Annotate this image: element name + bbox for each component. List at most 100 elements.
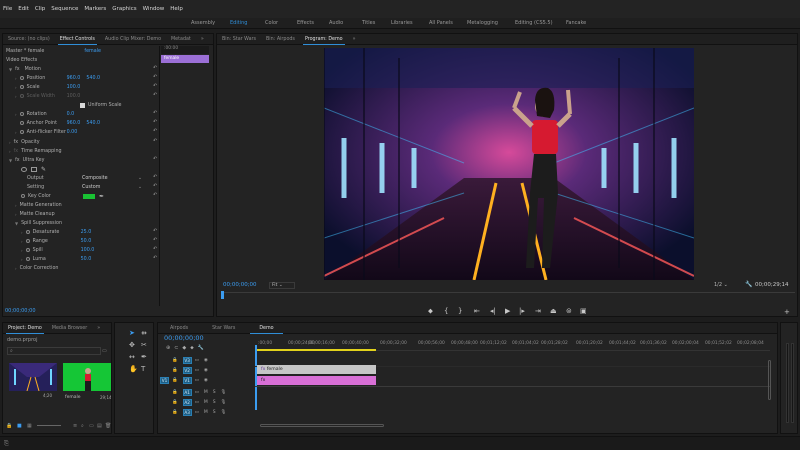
pen-mask-icon[interactable]: ✎ [41, 166, 46, 173]
workspace-metalogging[interactable]: Metalogging [467, 20, 498, 26]
menu-help[interactable]: Help [170, 6, 183, 12]
icon-view-icon[interactable]: ▦ [27, 423, 32, 429]
output-dropdown[interactable]: Composite [82, 176, 138, 181]
stopwatch-icon[interactable] [19, 76, 24, 80]
solo-toggle[interactable]: S [213, 410, 216, 415]
mute-toggle[interactable]: M [204, 410, 208, 415]
source-patch[interactable]: V1 [160, 376, 169, 384]
selection-tool-icon[interactable]: ➤ [129, 329, 135, 337]
fx-icon[interactable]: fx [15, 67, 20, 72]
mark-out-icon[interactable]: } [458, 307, 462, 315]
workspace-audio[interactable]: Audio [329, 20, 343, 26]
new-item-icon[interactable]: ▤ [97, 423, 102, 429]
reset-icon[interactable]: ↶ [153, 156, 157, 162]
eye-icon[interactable]: ◉ [204, 378, 208, 383]
ellipse-mask-icon[interactable] [21, 166, 27, 172]
tab-bin-star-wars[interactable]: Bin: Star Wars [217, 34, 261, 45]
program-video-frame[interactable] [324, 48, 694, 280]
tab-airpods[interactable]: Airpods [158, 323, 200, 334]
clip-v1[interactable]: fx [257, 376, 376, 385]
reset-icon[interactable]: ↶ [153, 138, 157, 144]
lock-icon[interactable]: 🔒 [172, 358, 178, 363]
stopwatch-icon[interactable] [19, 85, 24, 89]
reset-icon[interactable]: ↶ [153, 128, 157, 134]
luma-value[interactable]: 50.0 [81, 257, 92, 262]
track-name[interactable]: A3 [182, 408, 192, 416]
time-remapping-row[interactable]: › fx Time Remapping [9, 147, 62, 155]
tab-bin-airpods[interactable]: Bin: Airpods [261, 34, 300, 45]
panel-overflow-icon[interactable]: » [348, 34, 361, 45]
mute-toggle[interactable]: M [204, 390, 208, 395]
workspace-libraries[interactable]: Libraries [391, 20, 413, 26]
ultra-key-row[interactable]: ▼ fx Ultra Key [9, 156, 44, 164]
chevron-down-icon[interactable]: ⌄ [138, 185, 142, 190]
type-tool-icon[interactable]: T [141, 365, 145, 373]
expand-icon[interactable]: › [15, 85, 17, 90]
tab-source[interactable]: Source: (no clips) [3, 34, 55, 45]
clip-female-v2[interactable]: fx female [257, 365, 376, 374]
panel-overflow-icon[interactable]: » [92, 323, 105, 334]
tab-media-browser[interactable]: Media Browser [47, 323, 92, 334]
lock-icon[interactable]: 🔒 [6, 423, 12, 429]
track-name[interactable]: V1 [182, 376, 192, 384]
folder-icon[interactable]: ▭ [89, 423, 94, 429]
playhead-icon[interactable] [221, 291, 224, 299]
timeline-vertical-scrollbar[interactable] [768, 360, 771, 400]
lock-icon[interactable]: 🔒 [172, 368, 178, 373]
ripple-edit-tool-icon[interactable]: ✥ [129, 341, 135, 349]
fx-icon[interactable]: fx [15, 158, 20, 163]
anti-flicker-value[interactable]: 0.00 [67, 130, 78, 135]
sync-lock-icon[interactable]: ▭ [195, 378, 199, 383]
sync-lock-icon[interactable]: ▭ [195, 400, 199, 405]
rectangle-mask-icon[interactable] [31, 166, 37, 172]
workspace-fancake[interactable]: Fancake [566, 20, 586, 26]
uniform-scale-checkbox[interactable] [80, 102, 85, 108]
stopwatch-icon[interactable] [25, 230, 30, 234]
reset-icon[interactable]: ↶ [153, 228, 157, 234]
track-name[interactable]: A1 [182, 388, 192, 396]
pen-tool-icon[interactable]: ✒ [141, 353, 147, 361]
reset-icon[interactable]: ↶ [153, 237, 157, 243]
mini-timeline-clip[interactable]: female [161, 55, 209, 63]
uniform-scale-row[interactable]: Uniform Scale [80, 101, 122, 109]
opacity-row[interactable]: › fx Opacity [9, 138, 40, 146]
reset-icon[interactable]: ↶ [153, 174, 157, 180]
menu-clip[interactable]: Clip [35, 6, 45, 12]
lock-icon[interactable]: 🔒 [172, 390, 178, 395]
play-icon[interactable]: ▶ [505, 307, 510, 315]
matte-cleanup-row[interactable]: › Matte Cleanup [15, 210, 55, 218]
workspace-assembly[interactable]: Assembly [191, 20, 215, 26]
track-select-tool-icon[interactable]: ⇻ [141, 329, 147, 337]
color-correction-row[interactable]: › Color Correction [15, 264, 58, 272]
list-menu-icon[interactable]: ≡ [73, 423, 77, 429]
go-to-in-icon[interactable]: ⇤ [474, 307, 480, 315]
expand-icon[interactable]: › [15, 112, 17, 117]
rotation-value[interactable]: 0.0 [67, 112, 75, 117]
stopwatch-icon[interactable] [19, 130, 24, 134]
expand-icon[interactable]: › [21, 230, 23, 235]
timeline-zoom-scrollbar[interactable] [260, 424, 384, 427]
expand-icon[interactable]: › [21, 239, 23, 244]
eye-icon[interactable]: ◉ [204, 358, 208, 363]
lock-icon[interactable]: 🔒 [172, 400, 178, 405]
work-area-bar[interactable] [256, 349, 376, 351]
timeline-timecode[interactable]: 00;00;00;00 [164, 334, 204, 342]
spill-value[interactable]: 100.0 [81, 248, 95, 253]
expand-icon[interactable]: › [21, 248, 23, 253]
menu-sequence[interactable]: Sequence [51, 6, 78, 12]
range-value[interactable]: 50.0 [81, 239, 92, 244]
solo-toggle[interactable]: S [213, 400, 216, 405]
stopwatch-icon[interactable] [25, 248, 30, 252]
sync-lock-icon[interactable]: ▭ [195, 410, 199, 415]
project-thumb-female[interactable] [63, 363, 111, 391]
menu-graphics[interactable]: Graphics [112, 6, 136, 12]
zoom-fit-dropdown[interactable]: Fit ⌄ [269, 282, 295, 289]
clip-name-dropdown[interactable]: female [84, 49, 101, 54]
menu-window[interactable]: Window [143, 6, 165, 12]
export-frame-icon[interactable]: ▣ [580, 307, 587, 315]
resolution-dropdown[interactable]: 1/2 ⌄ [714, 282, 728, 288]
workspace-editing[interactable]: Editing [230, 20, 247, 26]
key-color-swatch[interactable] [83, 193, 95, 199]
lock-icon[interactable]: 🔒 [172, 378, 178, 383]
sync-lock-icon[interactable]: ▭ [195, 368, 199, 373]
